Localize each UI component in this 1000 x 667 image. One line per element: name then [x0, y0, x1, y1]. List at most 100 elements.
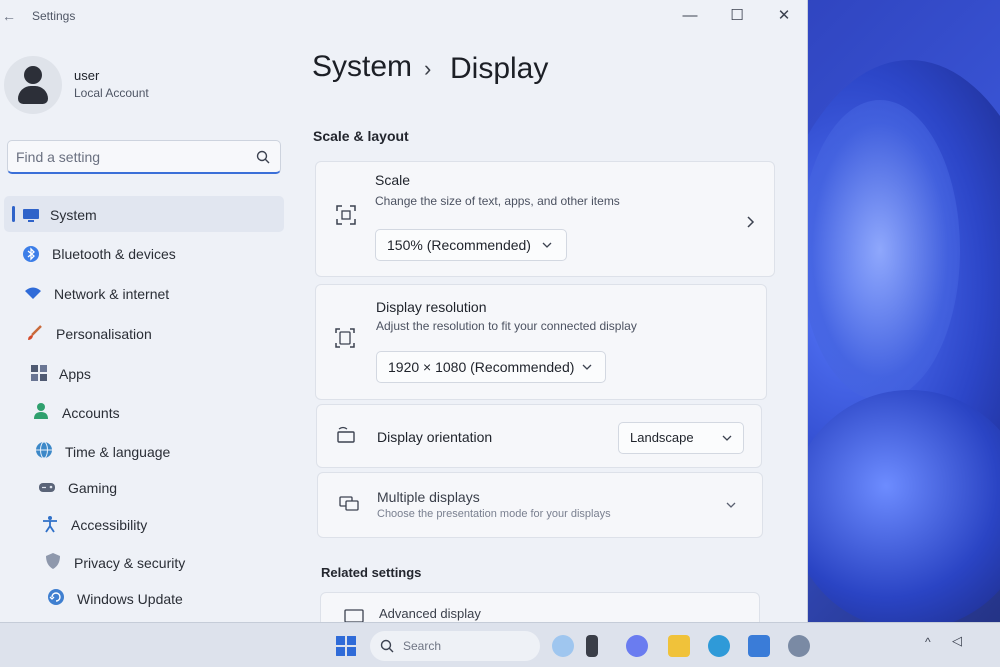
- chevron-down-icon: [582, 364, 592, 370]
- scale-dropdown[interactable]: 150% (Recommended): [375, 229, 567, 261]
- resolution-subtitle: Adjust the resolution to fit your connec…: [376, 319, 637, 333]
- sidebar: user Local Account System: [0, 34, 300, 622]
- multiple-displays-card[interactable]: Multiple displays Choose the presentatio…: [317, 472, 763, 538]
- sidebar-item-label: Personalisation: [56, 326, 152, 342]
- advanced-display-card[interactable]: Advanced display: [320, 592, 760, 622]
- orientation-card: Display orientation Landscape: [316, 404, 762, 468]
- avatar[interactable]: [4, 56, 62, 114]
- sidebar-item-personalisation[interactable]: Personalisation: [4, 316, 284, 352]
- avatar-body-icon: [18, 86, 48, 104]
- sidebar-item-bluetooth[interactable]: Bluetooth & devices: [4, 236, 284, 272]
- resolution-title: Display resolution: [376, 299, 487, 315]
- taskbar-search[interactable]: Search: [370, 631, 540, 661]
- chevron-down-icon[interactable]: [725, 499, 737, 511]
- chevron-right-icon[interactable]: [744, 216, 756, 228]
- scale-subtitle: Change the size of text, apps, and other…: [375, 194, 620, 208]
- scale-title: Scale: [375, 172, 411, 188]
- orientation-icon: [337, 426, 355, 443]
- sidebar-item-label: Gaming: [68, 480, 118, 496]
- accessibility-icon: [43, 516, 57, 533]
- windows-start-icon[interactable]: [335, 635, 357, 657]
- store-icon[interactable]: [748, 635, 770, 657]
- sidebar-item-time-language[interactable]: Time & language: [4, 432, 284, 468]
- search-box[interactable]: [7, 140, 281, 174]
- selection-indicator: [12, 206, 15, 222]
- person-icon: [34, 403, 48, 419]
- resolution-card: Display resolution Adjust the resolution…: [315, 284, 767, 400]
- chevron-down-icon: [542, 242, 552, 248]
- orientation-value: Landscape: [630, 430, 694, 445]
- app-title: Settings: [32, 9, 76, 23]
- search-icon[interactable]: [256, 150, 270, 164]
- title-bar: ← Settings — ☐ ✕: [0, 0, 807, 34]
- chat-icon[interactable]: [626, 635, 648, 657]
- search-icon: [380, 639, 394, 653]
- sidebar-item-accounts[interactable]: Accounts: [4, 394, 284, 430]
- multiple-displays-icon: [339, 496, 359, 511]
- sidebar-item-label: Time & language: [65, 444, 171, 460]
- sidebar-item-network[interactable]: Network & internet: [4, 276, 284, 312]
- advanced-display-icon: [344, 609, 364, 622]
- brush-icon: [28, 325, 42, 340]
- sidebar-item-accessibility[interactable]: Accessibility: [4, 507, 284, 543]
- resolution-dropdown[interactable]: 1920 × 1080 (Recommended): [376, 351, 606, 383]
- close-button[interactable]: ✕: [770, 4, 798, 26]
- monitor-icon: [23, 209, 39, 222]
- apps-icon: [31, 365, 47, 381]
- sidebar-item-windows-update[interactable]: Windows Update: [4, 580, 284, 616]
- breadcrumb-separator: ›: [424, 56, 432, 81]
- wifi-icon: [25, 287, 41, 299]
- file-explorer-icon[interactable]: [668, 635, 690, 657]
- section-title-scale-layout: Scale & layout: [313, 128, 409, 144]
- sidebar-item-label: Accounts: [62, 405, 120, 421]
- chevron-down-icon: [722, 435, 732, 441]
- orientation-title: Display orientation: [377, 429, 493, 445]
- settings-window: ← Settings — ☐ ✕ user Local Account Find…: [0, 0, 808, 622]
- scale-icon: [336, 205, 356, 225]
- gamepad-icon: [39, 483, 55, 492]
- settings-gear-icon[interactable]: [788, 635, 810, 657]
- widgets-icon[interactable]: [552, 635, 574, 657]
- breadcrumb-system[interactable]: System: [312, 50, 412, 84]
- user-name: user: [74, 68, 100, 83]
- wallpaper-bloom-inner: [800, 100, 960, 400]
- sidebar-item-label: Privacy & security: [74, 555, 186, 571]
- bluetooth-icon: [23, 246, 39, 262]
- network-tray-icon[interactable]: ◁: [952, 633, 962, 649]
- chevron-up-icon[interactable]: ^: [925, 635, 931, 649]
- back-arrow-icon[interactable]: ←: [2, 8, 18, 24]
- task-view-icon[interactable]: [586, 635, 598, 657]
- resolution-value: 1920 × 1080 (Recommended): [388, 359, 575, 375]
- sidebar-item-apps[interactable]: Apps: [4, 356, 284, 392]
- sidebar-item-privacy-security[interactable]: Privacy & security: [4, 544, 284, 580]
- advanced-display-label: Advanced display: [379, 606, 481, 621]
- sidebar-item-label: Apps: [59, 366, 91, 382]
- maximize-button[interactable]: ☐: [723, 4, 751, 26]
- taskbar-search-label: Search: [403, 639, 442, 653]
- sidebar-item-system[interactable]: System: [4, 196, 284, 232]
- sidebar-item-label: Accessibility: [71, 517, 148, 533]
- account-type: Local Account: [74, 86, 149, 100]
- taskbar: Search ^ ◁: [0, 622, 1000, 667]
- multiple-displays-subtitle: Choose the presentation mode for your di…: [377, 508, 611, 520]
- shield-icon: [46, 553, 60, 569]
- section-title-related-settings: Related settings: [321, 565, 422, 580]
- edge-browser-icon[interactable]: [708, 635, 730, 657]
- sidebar-item-label: Bluetooth & devices: [52, 246, 176, 262]
- scale-value: 150% (Recommended): [387, 237, 531, 253]
- orientation-dropdown[interactable]: Landscape: [618, 422, 744, 454]
- page-title: Display: [450, 52, 549, 85]
- update-icon: [48, 589, 64, 605]
- avatar-head-icon: [24, 66, 42, 84]
- search-input[interactable]: [16, 148, 246, 166]
- sidebar-item-label: Windows Update: [77, 591, 183, 607]
- minimize-button[interactable]: —: [676, 4, 704, 26]
- scale-card[interactable]: Scale Change the size of text, apps, and…: [315, 161, 775, 277]
- globe-icon: [36, 441, 52, 459]
- sidebar-item-label: System: [50, 207, 97, 223]
- main-content: System › Display Scale & layout Scale Ch…: [300, 34, 807, 622]
- sidebar-item-label: Network & internet: [54, 286, 170, 302]
- resolution-icon: [335, 328, 355, 348]
- multiple-displays-title: Multiple displays: [377, 489, 480, 505]
- sidebar-item-gaming[interactable]: Gaming: [4, 470, 284, 506]
